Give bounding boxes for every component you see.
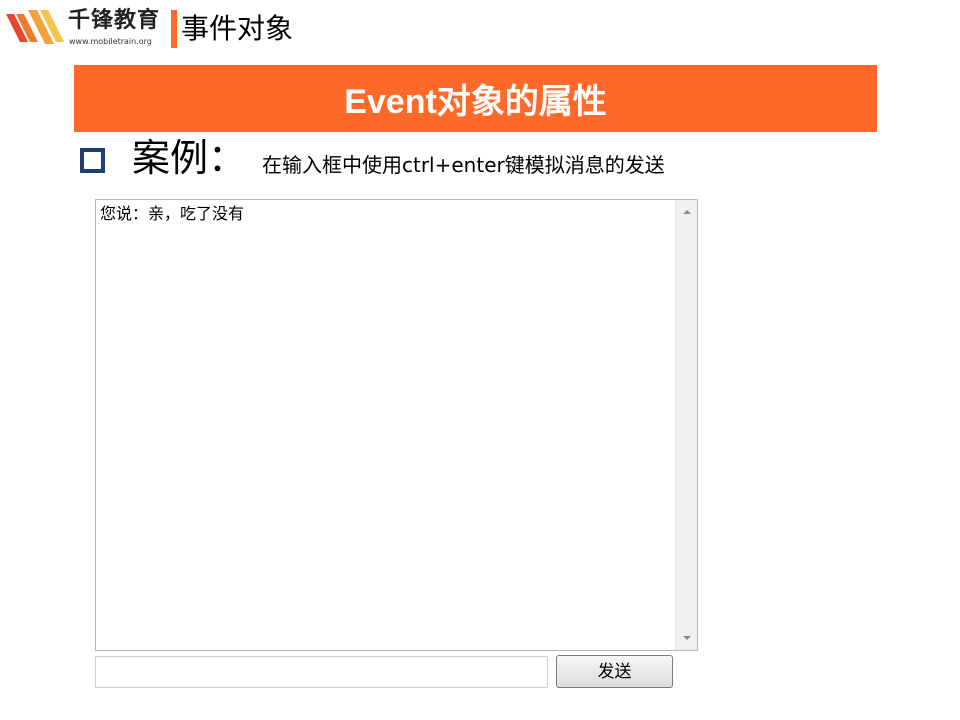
brand-logo-icon: [6, 10, 64, 44]
send-button[interactable]: 发送: [556, 655, 673, 688]
banner-title: Event对象的属性: [344, 83, 607, 121]
title-banner: Event对象的属性: [74, 65, 877, 132]
header-separator: [171, 10, 177, 48]
brand-url: www.mobiletrain.org: [69, 37, 152, 46]
case-description: 在输入框中使用ctrl+enter键模拟消息的发送: [262, 153, 665, 177]
brand-name: 千锋教育: [68, 8, 161, 33]
message-input[interactable]: [95, 656, 548, 688]
case-label: 案例：: [132, 136, 247, 180]
chat-history-box[interactable]: 您说：亲，吃了没有: [95, 199, 698, 651]
slide-header: 千锋教育 www.mobiletrain.org 事件对象: [0, 0, 960, 56]
chat-scrollbar[interactable]: [675, 200, 697, 650]
scroll-up-arrow-icon[interactable]: [676, 202, 697, 222]
square-bullet-icon: [80, 148, 105, 173]
scroll-down-arrow-icon[interactable]: [676, 628, 697, 648]
chat-message: 您说：亲，吃了没有: [100, 204, 245, 223]
section-title: 事件对象: [181, 12, 294, 45]
